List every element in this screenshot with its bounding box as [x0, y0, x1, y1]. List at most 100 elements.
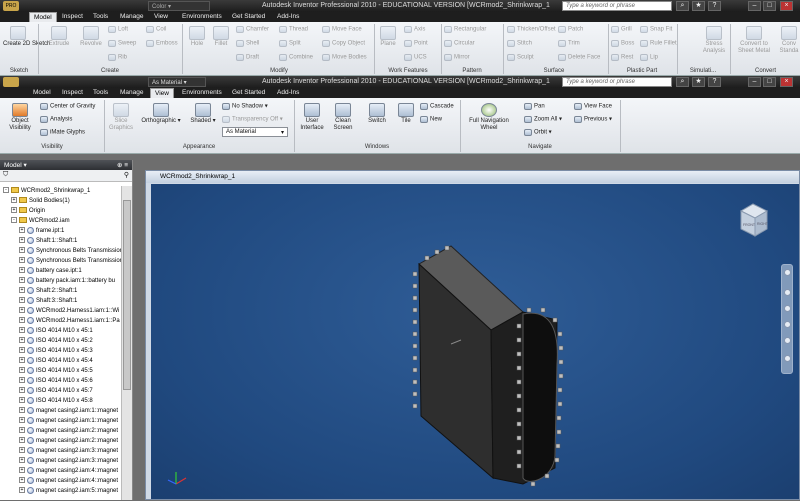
transparency-button[interactable]: Transparency Off ▾ — [222, 116, 283, 124]
maximize-icon[interactable]: □ — [763, 1, 776, 11]
view-face-button[interactable]: View Face — [574, 103, 612, 111]
expand-toggle-icon[interactable]: + — [19, 337, 25, 344]
orbit-nav-icon[interactable] — [784, 321, 791, 328]
maximize-icon-2[interactable]: □ — [763, 77, 776, 87]
expand-toggle-icon[interactable]: + — [19, 227, 25, 234]
browser-node[interactable]: + Synchronous Belts Transmission — [19, 256, 121, 266]
expand-toggle-icon[interactable]: + — [19, 307, 25, 314]
expand-toggle-icon[interactable]: + — [19, 487, 25, 494]
fillet-button[interactable]: Fillet — [210, 26, 232, 48]
expand-toggle-icon[interactable]: + — [19, 297, 25, 304]
top-tab-view[interactable]: View — [150, 12, 172, 22]
move-face-button[interactable]: Move Face — [322, 26, 362, 34]
browser-node[interactable]: + ISO 4014 M10 x 45:2 — [19, 336, 93, 346]
search-input-top[interactable]: Type a keyword or phrase — [562, 1, 672, 11]
create-sketch-button[interactable]: Create 2D Sketch — [3, 26, 50, 48]
browser-node[interactable]: + Solid Bodies(1) — [11, 196, 70, 206]
expand-toggle-icon[interactable]: - — [3, 187, 9, 194]
browser-node[interactable]: + Shaft:2::Shaft:1 — [19, 286, 77, 296]
nav-options-icon[interactable] — [784, 355, 791, 362]
search-icon-2[interactable]: ⌕ — [676, 77, 689, 87]
stitch-button[interactable]: Stitch — [507, 40, 532, 48]
top-tab-model[interactable]: Model — [29, 12, 57, 22]
expand-toggle-icon[interactable]: + — [19, 357, 25, 364]
second-tab-model[interactable]: Model — [29, 88, 55, 98]
filter-icon[interactable]: ⛉ — [3, 171, 8, 178]
orbit-button[interactable]: Orbit ▾ — [524, 129, 552, 137]
sweep-button[interactable]: Sweep — [108, 40, 136, 48]
chamfer-button[interactable]: Chamfer — [236, 26, 269, 34]
browser-node[interactable]: + ISO 4014 M10 x 45:1 — [19, 326, 93, 336]
hole-button[interactable]: Hole — [186, 26, 208, 48]
revolve-button[interactable]: Revolve — [76, 26, 106, 48]
expand-toggle-icon[interactable]: + — [19, 447, 25, 454]
axis-button[interactable]: Axis — [404, 26, 425, 34]
second-tab-get-started[interactable]: Get Started — [228, 88, 269, 98]
rest-button[interactable]: Rest — [611, 54, 633, 62]
second-tab-view[interactable]: View — [150, 88, 174, 98]
convert-sheet-metal-button[interactable]: Convert to Sheet Metal — [734, 26, 774, 55]
expand-toggle-icon[interactable]: + — [19, 237, 25, 244]
expand-toggle-icon[interactable]: + — [19, 347, 25, 354]
browser-node[interactable]: + magnet casing2.iam:4::magnet — [19, 466, 118, 476]
browser-node[interactable]: - WCRmod2.iam — [11, 216, 70, 226]
copy-object-button[interactable]: Copy Object — [322, 40, 365, 48]
expand-toggle-icon[interactable]: + — [19, 267, 25, 274]
search-icon[interactable]: ⌕ — [676, 1, 689, 11]
viewcube[interactable]: FRONT RIGHT — [739, 203, 769, 237]
top-tab-inspect[interactable]: Inspect — [58, 12, 87, 22]
second-tab-add-ins[interactable]: Add-Ins — [273, 88, 303, 98]
new-window-button[interactable]: New — [420, 116, 442, 124]
shadow-button[interactable]: No Shadow ▾ — [222, 103, 268, 111]
browser-node[interactable]: + ISO 4014 M10 x 45:4 — [19, 356, 93, 366]
browser-options-icon[interactable]: ⊕ ≡ — [117, 161, 128, 169]
user-interface-button[interactable]: User Interface — [298, 103, 326, 132]
expand-toggle-icon[interactable]: + — [11, 207, 17, 214]
document-title-bar[interactable]: WCRmod2_Shrinkwrap_1 — [146, 171, 799, 183]
browser-node[interactable]: + magnet casing2.iam:2::magnet — [19, 426, 118, 436]
color-combo[interactable]: Color ▾ — [148, 1, 210, 11]
top-tab-environments[interactable]: Environments — [178, 12, 226, 22]
switch-button[interactable]: Switch — [364, 103, 390, 125]
coil-button[interactable]: Coil — [146, 26, 166, 34]
patch-button[interactable]: Patch — [558, 26, 583, 34]
expand-toggle-icon[interactable]: + — [11, 197, 17, 204]
steering-wheel-nav-icon[interactable] — [784, 269, 791, 276]
browser-node[interactable]: + ISO 4014 M10 x 45:8 — [19, 396, 93, 406]
browser-node[interactable]: + magnet casing2.iam:1::magnet — [19, 406, 118, 416]
expand-toggle-icon[interactable]: + — [19, 387, 25, 394]
pan-button[interactable]: Pan — [524, 103, 545, 111]
expand-toggle-icon[interactable]: - — [11, 217, 17, 224]
find-icon[interactable]: ⚲ — [124, 171, 129, 179]
minimize-icon[interactable]: – — [748, 1, 761, 11]
expand-toggle-icon[interactable]: + — [19, 427, 25, 434]
browser-node[interactable]: + Origin — [11, 206, 45, 216]
subscription-icon[interactable]: ★ — [692, 1, 705, 11]
delete-face-button[interactable]: Delete Face — [558, 54, 600, 62]
material-combo[interactable]: As Material ▾ — [148, 77, 206, 87]
app-menu-icon[interactable]: PRO — [3, 1, 19, 11]
expand-toggle-icon[interactable]: + — [19, 437, 25, 444]
browser-node[interactable]: + Synchronous Belts Transmission — [19, 246, 121, 256]
grill-button[interactable]: Grill — [611, 26, 632, 34]
expand-toggle-icon[interactable]: + — [19, 287, 25, 294]
convert-standard-button[interactable]: Conv Standa — [778, 26, 800, 55]
shaded-button[interactable]: Shaded ▾ — [188, 103, 218, 125]
center-of-gravity-button[interactable]: Center of Gravity — [40, 103, 95, 111]
pan-nav-icon[interactable] — [784, 289, 791, 296]
full-navigation-wheel-button[interactable]: Full Navigation Wheel — [464, 103, 514, 132]
zoom-nav-icon[interactable] — [784, 305, 791, 312]
second-tab-tools[interactable]: Tools — [89, 88, 112, 98]
rectangular-button[interactable]: Rectangular — [444, 26, 486, 34]
browser-node[interactable]: + ISO 4014 M10 x 45:6 — [19, 376, 93, 386]
analysis-button[interactable]: Analysis — [40, 116, 72, 124]
mirror-button[interactable]: Mirror — [444, 54, 470, 62]
clean-screen-button[interactable]: Clean Screen — [330, 103, 356, 132]
stress-analysis-button[interactable]: Stress Analysis — [700, 26, 728, 55]
rib-button[interactable]: Rib — [108, 54, 127, 62]
expand-toggle-icon[interactable]: + — [19, 367, 25, 374]
thread-button[interactable]: Thread — [279, 26, 308, 34]
combine-button[interactable]: Combine — [279, 54, 313, 62]
lip-button[interactable]: Lip — [640, 54, 658, 62]
draft-button[interactable]: Draft — [236, 54, 259, 62]
